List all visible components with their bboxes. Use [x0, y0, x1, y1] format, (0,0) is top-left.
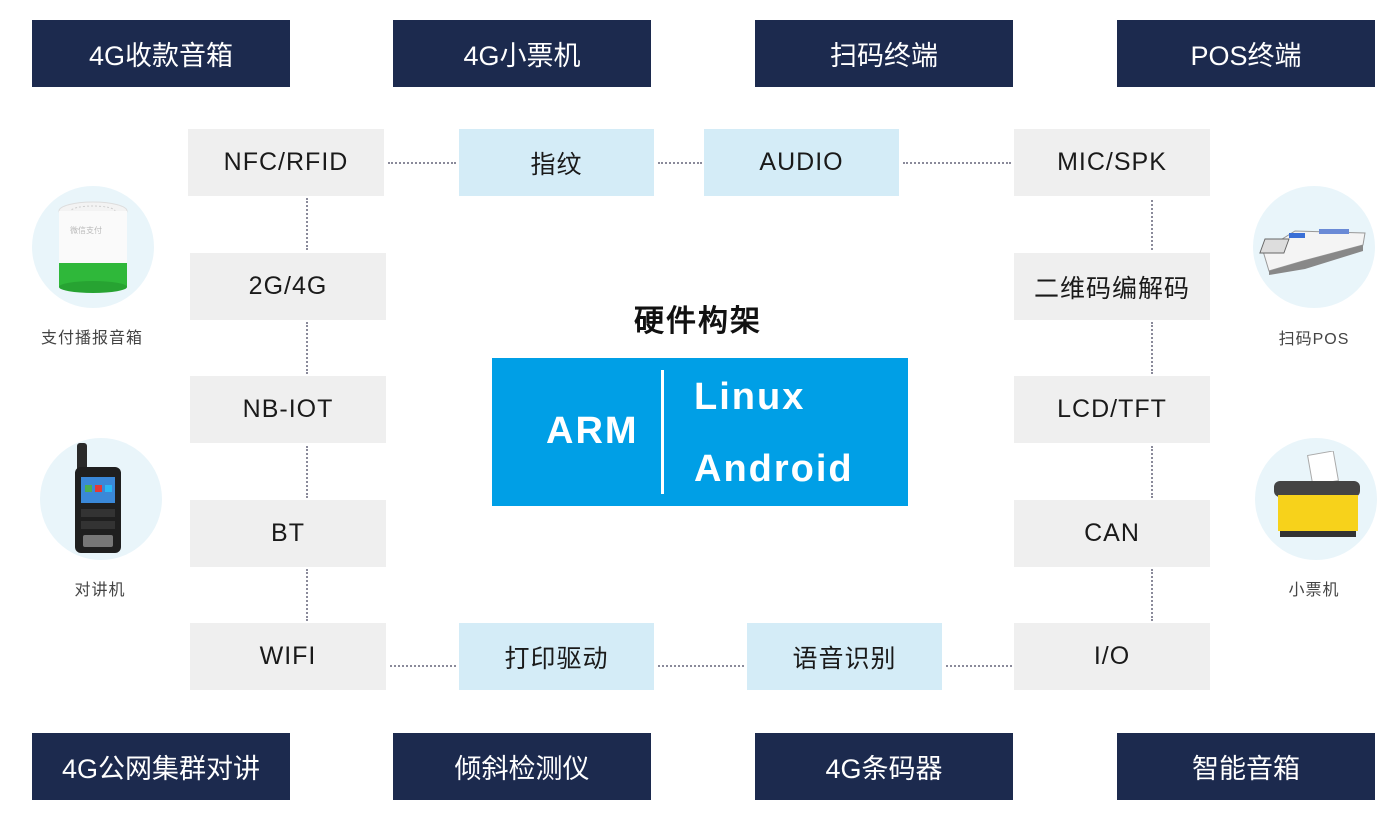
module-audio: AUDIO: [704, 129, 899, 196]
product-banner-top-1: 4G收款音箱: [32, 20, 290, 87]
module-io: I/O: [1014, 623, 1210, 690]
product-banner-top-2: 4G小票机: [393, 20, 651, 87]
walkie-talkie-icon: [40, 438, 162, 560]
connector-dots: [1151, 569, 1153, 621]
connector-dots: [390, 665, 456, 667]
module-qr-codec: 二维码编解码: [1014, 253, 1210, 320]
connector-dots: [388, 162, 456, 164]
pos-terminal-icon: [1253, 186, 1375, 308]
os-label-android: Android: [694, 448, 854, 490]
connector-dots: [903, 162, 1011, 164]
module-bt: BT: [190, 500, 386, 567]
device-caption-printer: 小票机: [1288, 582, 1340, 599]
module-wifi: WIFI: [190, 623, 386, 690]
connector-dots: [658, 665, 744, 667]
module-fingerprint: 指纹: [459, 129, 654, 196]
product-banner-bottom-1: 4G公网集群对讲: [32, 733, 290, 800]
module-lcd-tft: LCD/TFT: [1014, 376, 1210, 443]
module-mic-spk: MIC/SPK: [1014, 129, 1210, 196]
connector-dots: [306, 446, 308, 498]
connector-dots: [306, 198, 308, 250]
product-banner-bottom-4: 智能音箱: [1117, 733, 1375, 800]
product-banner-bottom-3: 4G条码器: [755, 733, 1013, 800]
product-banner-top-4: POS终端: [1117, 20, 1375, 87]
speaker-device-icon: 微信支付: [32, 186, 154, 308]
module-print-driver: 打印驱动: [459, 623, 654, 690]
diagram-title: 硬件构架: [634, 305, 762, 338]
device-caption-speaker: 支付播报音箱: [40, 330, 143, 347]
module-nb-iot: NB-IOT: [190, 376, 386, 443]
module-speech-recognition: 语音识别: [747, 623, 942, 690]
cpu-label: ARM: [546, 410, 639, 452]
connector-dots: [1151, 200, 1153, 250]
module-nfc-rfid: NFC/RFID: [188, 129, 384, 196]
connector-dots: [306, 569, 308, 621]
connector-dots: [658, 162, 702, 164]
module-2g-4g: 2G/4G: [190, 253, 386, 320]
module-can: CAN: [1014, 500, 1210, 567]
connector-dots: [946, 665, 1012, 667]
device-caption-pos: 扫码POS: [1278, 331, 1350, 348]
product-banner-bottom-2: 倾斜检测仪: [393, 733, 651, 800]
product-banner-top-3: 扫码终端: [755, 20, 1013, 87]
receipt-printer-icon: [1255, 438, 1377, 560]
connector-dots: [306, 322, 308, 374]
svg-text:微信支付: 微信支付: [70, 225, 102, 235]
os-label-linux: Linux: [694, 376, 806, 418]
device-caption-walkie-talkie: 对讲机: [74, 582, 126, 599]
core-platform-box: ARM Linux Android: [492, 358, 908, 506]
divider: [661, 370, 664, 494]
connector-dots: [1151, 322, 1153, 374]
connector-dots: [1151, 446, 1153, 498]
